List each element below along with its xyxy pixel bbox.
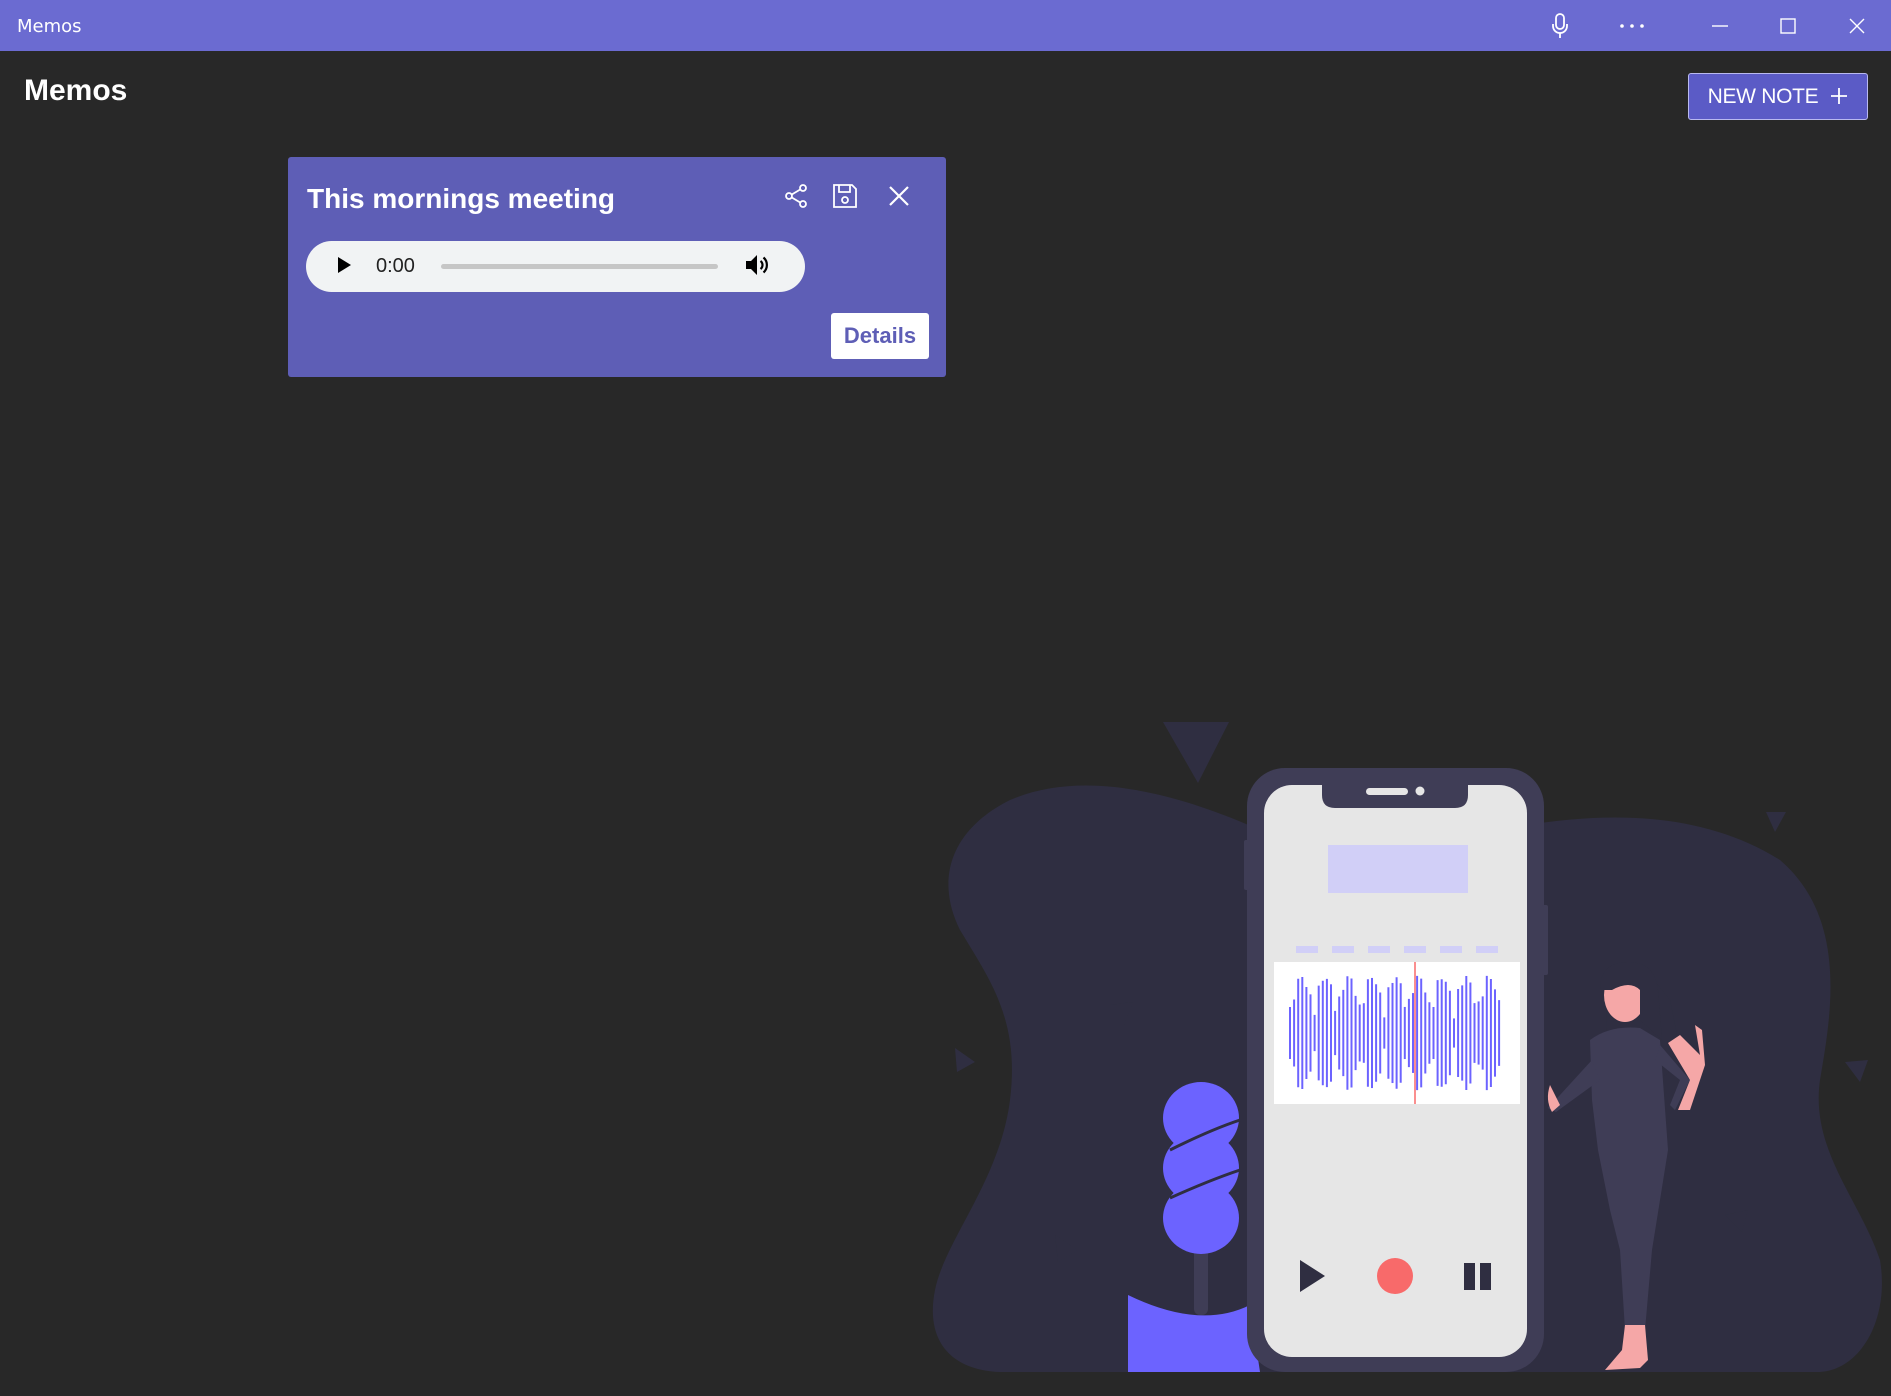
save-button[interactable]	[828, 181, 862, 215]
audio-player: 0:00	[306, 241, 805, 292]
plus-icon	[1830, 82, 1848, 110]
window-title: Memos	[17, 16, 82, 37]
plant-leaf	[1163, 1182, 1239, 1254]
memo-card: This mornings meeting 0:00 Details	[288, 157, 946, 377]
minimize-button[interactable]	[1690, 0, 1750, 51]
new-note-button[interactable]: NEW NOTE	[1688, 73, 1868, 120]
close-memo-button[interactable]	[882, 181, 916, 215]
voice-recorder-illustration	[932, 722, 1882, 1372]
microphone-icon	[1551, 12, 1569, 39]
audio-time: 0:00	[376, 255, 415, 277]
title-bar: Memos	[0, 0, 1891, 51]
audio-progress-slider[interactable]	[441, 264, 718, 269]
new-note-label: NEW NOTE	[1707, 84, 1819, 108]
triangle-decor	[955, 1048, 975, 1072]
play-icon	[336, 256, 352, 279]
details-button[interactable]: Details	[831, 313, 929, 359]
minimize-icon	[1712, 24, 1728, 27]
app-window: Memos Memos NEW NOTE This mornings meeti…	[0, 0, 1891, 1396]
save-icon	[831, 182, 859, 215]
close-icon	[1849, 18, 1865, 34]
memo-title: This mornings meeting	[307, 183, 616, 214]
maximize-button[interactable]	[1758, 0, 1818, 51]
volume-icon	[744, 253, 770, 282]
audio-play-button[interactable]	[331, 254, 357, 280]
close-icon	[888, 185, 910, 212]
close-window-button[interactable]	[1827, 0, 1887, 51]
triangle-decor	[1845, 1060, 1868, 1082]
phone-notch	[1322, 784, 1468, 808]
microphone-button[interactable]	[1530, 0, 1590, 51]
more-icon	[1619, 23, 1645, 29]
phone-record-icon	[1377, 1258, 1413, 1294]
maximize-icon	[1780, 17, 1796, 34]
volume-button[interactable]	[742, 252, 772, 282]
more-button[interactable]	[1602, 0, 1662, 51]
triangle-decor	[1163, 722, 1229, 783]
share-button[interactable]	[779, 181, 813, 215]
triangle-decor	[1766, 812, 1786, 832]
screen-banner	[1328, 845, 1468, 893]
phone-pause-icon	[1464, 1263, 1475, 1290]
share-icon	[783, 183, 809, 214]
page-title: Memos	[24, 74, 128, 107]
